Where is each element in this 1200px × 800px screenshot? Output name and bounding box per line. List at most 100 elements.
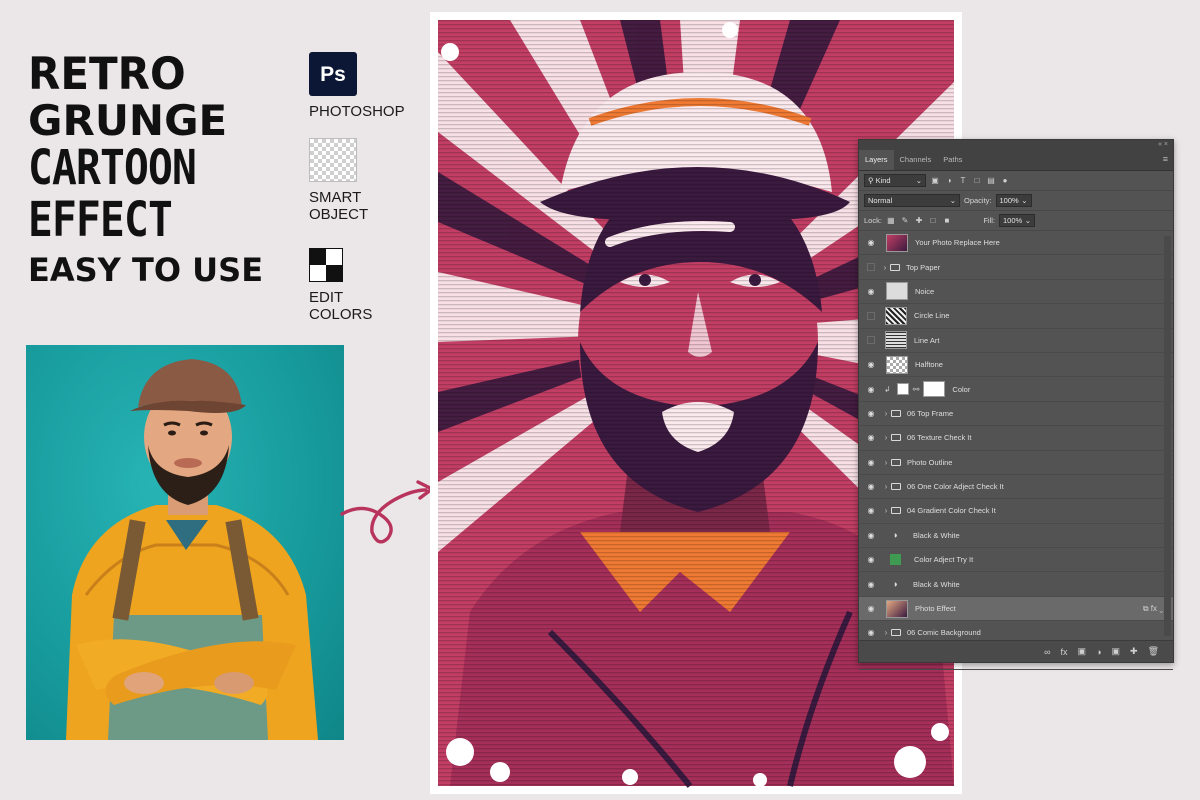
new-group-icon[interactable]: ▣ (1112, 646, 1121, 657)
visibility-toggle[interactable] (867, 311, 875, 320)
expand-chevron-icon[interactable]: › (881, 482, 891, 491)
eye-icon[interactable]: ◉ (864, 409, 878, 418)
eye-icon[interactable]: ◉ (864, 555, 878, 564)
eye-icon[interactable]: ◉ (864, 506, 878, 515)
visibility-toggle[interactable] (867, 263, 875, 272)
layer-name: Color Adject Try It (914, 555, 974, 565)
layer-name: Top Paper (906, 262, 941, 272)
photoshop-icon: Ps (309, 52, 357, 96)
layer-row[interactable]: ◉ › Photo Outline (859, 451, 1173, 475)
visibility-toggle[interactable] (867, 336, 875, 345)
layer-row[interactable]: ◉ › 06 Top Frame (859, 402, 1173, 427)
link-layers-icon[interactable]: ∞ (1044, 647, 1050, 657)
eye-icon[interactable]: ◉ (864, 458, 878, 467)
tab-paths[interactable]: Paths (937, 150, 968, 170)
eye-icon[interactable]: ◉ (864, 433, 878, 442)
layers-panel: « × Layers Channels Paths ≡ ⚲ Kind ⌄ ▣ ◑ … (858, 139, 1174, 671)
search-icon: ⚲ (868, 176, 874, 185)
layer-name: Your Photo Replace Here (915, 238, 1000, 248)
lock-pixels-icon[interactable]: ✎ (900, 216, 910, 226)
layer-row[interactable]: Line Art (859, 329, 1173, 353)
panel-scrollbar[interactable] (1164, 236, 1171, 636)
opacity-input[interactable]: 100% ⌄ (995, 194, 1032, 207)
feature-label: COLORS (309, 306, 373, 323)
layer-row[interactable]: ◉ Halftone (859, 353, 1173, 378)
folder-icon (891, 458, 901, 466)
headline-line-5: EASY TO USE (28, 251, 264, 289)
expand-chevron-icon[interactable]: › (881, 458, 891, 467)
color-swatch (890, 554, 901, 566)
folder-icon (891, 629, 901, 637)
panel-footer: ∞ fx ▣ ◑ ▣ ✚ 🗑 (859, 640, 1173, 662)
layer-row[interactable]: ◉ ↲ ⚯ Color (859, 377, 1173, 402)
layer-row[interactable]: › Top Paper (859, 255, 1173, 280)
headline: RETRO GRUNGE CARTOON EFFECT EASY TO USE (28, 51, 290, 289)
layer-row[interactable]: ◉ Your Photo Replace Here (859, 231, 1173, 256)
trash-icon[interactable]: 🗑 (1148, 646, 1159, 657)
lock-transparency-icon[interactable]: ▦ (886, 216, 896, 226)
eye-icon[interactable]: ◉ (864, 531, 878, 540)
layer-name: Noice (915, 286, 935, 296)
smart-filter-icon[interactable]: ▤ (986, 176, 996, 186)
layer-name: Halftone (915, 360, 943, 370)
layer-row[interactable]: ◉ › 04 Gradient Color Check It (859, 499, 1173, 524)
new-layer-icon[interactable]: ✚ (1130, 646, 1138, 657)
chevron-down-icon: ⌄ (1021, 196, 1028, 205)
new-adjustment-icon[interactable]: ◑ (1096, 647, 1101, 657)
shape-filter-icon[interactable]: □ (972, 176, 982, 186)
eye-icon[interactable]: ◉ (864, 287, 878, 296)
layer-row[interactable]: ◉ › 06 Texture Check It (859, 426, 1173, 451)
layer-name: 04 Gradient Color Check It (907, 506, 996, 516)
blend-row: Normal ⌄ Opacity: 100% ⌄ (859, 191, 1173, 211)
eye-icon[interactable]: ◉ (864, 628, 878, 637)
layer-row[interactable]: ◉ Noice (859, 280, 1173, 305)
layer-row[interactable]: ◉ Color Adject Try It (859, 548, 1173, 573)
lock-position-icon[interactable]: ✚ (914, 216, 924, 226)
headline-line-4: EFFECT (28, 192, 173, 248)
layer-row[interactable]: ◉ ◑ Black & White (859, 572, 1173, 597)
filter-toggle-icon[interactable]: ● (1000, 176, 1010, 186)
panel-menu-icon[interactable]: ≡ (1163, 150, 1173, 170)
lock-all-icon[interactable]: ■ (942, 216, 952, 226)
layer-name: Photo Outline (907, 457, 953, 467)
adjustment-filter-icon[interactable]: ◑ (944, 176, 954, 186)
layer-name: Circle Line (914, 311, 950, 321)
eye-icon[interactable]: ◉ (864, 360, 878, 369)
tab-layers[interactable]: Layers (859, 150, 894, 170)
layer-row[interactable]: ◉ ◑ Black & White (859, 524, 1173, 549)
eye-icon[interactable]: ◉ (864, 238, 878, 247)
type-filter-icon[interactable]: T (958, 176, 968, 186)
layer-row[interactable]: ◉ › 06 One Color Adject Check It (859, 475, 1173, 500)
eye-icon[interactable]: ◉ (864, 604, 878, 613)
filter-kind-value: Kind (875, 176, 891, 185)
opacity-label: Opacity: (964, 196, 992, 205)
fill-input[interactable]: 100% ⌄ (999, 214, 1035, 227)
tab-channels[interactable]: Channels (894, 150, 938, 170)
layer-row[interactable]: Circle Line (859, 304, 1173, 329)
artboard-icon[interactable]: □ (928, 216, 938, 226)
panel-collapse-icon[interactable]: « × (859, 140, 1173, 149)
add-mask-icon[interactable]: ▣ (1078, 646, 1087, 657)
fill-label: Fill: (983, 216, 995, 225)
layer-name: Black & White (913, 530, 960, 540)
folder-icon (891, 409, 901, 417)
original-photo-illustration (66, 359, 318, 740)
eye-icon[interactable]: ◉ (864, 482, 878, 491)
opacity-value: 100% (999, 196, 1019, 205)
eye-icon[interactable]: ◉ (864, 385, 878, 394)
layer-effects-icon[interactable]: ⧉ fx ⌄ (1143, 604, 1163, 614)
fx-icon[interactable]: fx (1061, 647, 1068, 657)
layer-name: Photo Effect (915, 604, 956, 614)
expand-chevron-icon[interactable]: › (880, 263, 890, 272)
expand-chevron-icon[interactable]: › (881, 433, 891, 442)
blend-mode-select[interactable]: Normal ⌄ (864, 194, 960, 207)
expand-chevron-icon[interactable]: › (881, 628, 891, 637)
expand-chevron-icon[interactable]: › (881, 409, 891, 418)
layer-row[interactable]: ◉ Photo Effect ⧉ fx ⌄ (859, 596, 1173, 622)
layer-thumbnail (886, 355, 908, 374)
expand-chevron-icon[interactable]: › (881, 506, 891, 515)
pixel-filter-icon[interactable]: ▣ (930, 176, 940, 186)
eye-icon[interactable]: ◉ (864, 580, 878, 589)
fill-swatch (896, 383, 909, 396)
filter-kind-select[interactable]: ⚲ Kind ⌄ (864, 174, 926, 187)
